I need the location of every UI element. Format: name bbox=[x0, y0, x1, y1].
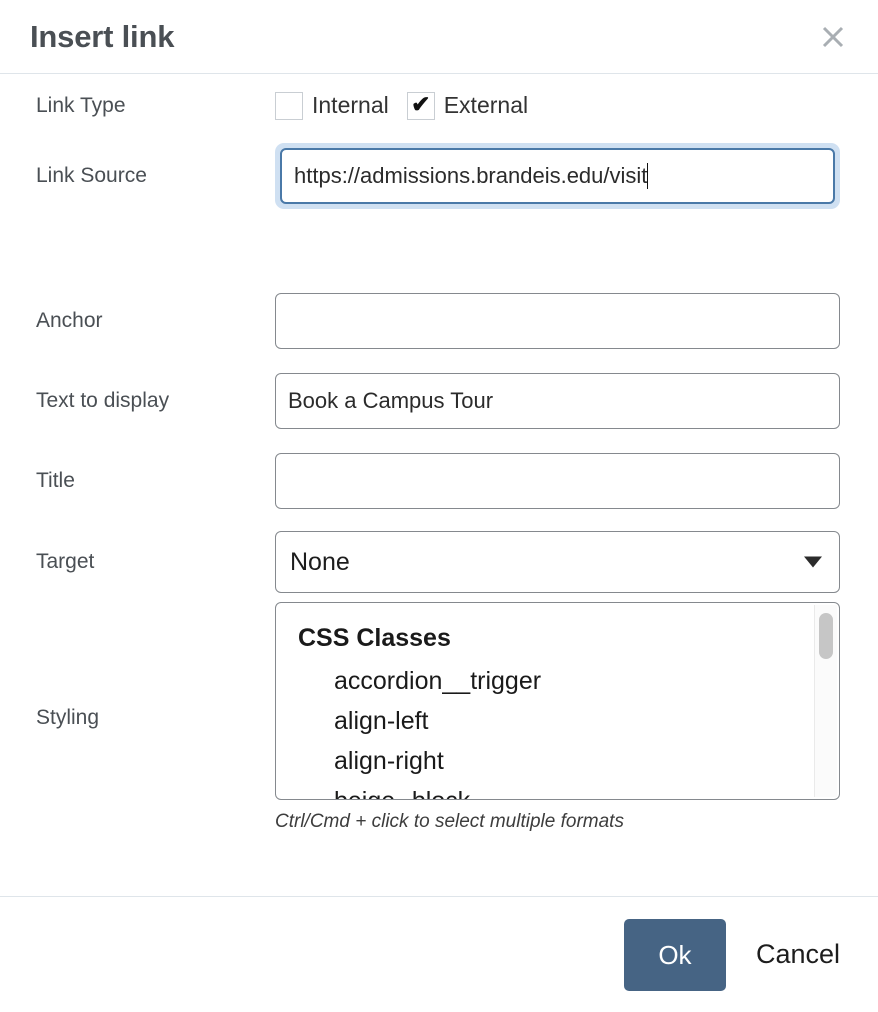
checkbox-external-box[interactable]: ✔ bbox=[406, 91, 435, 120]
form-row-link-type: Link Type ✔ Internal ✔ External bbox=[36, 74, 840, 137]
checkbox-external-label: External bbox=[443, 92, 529, 118]
text-caret bbox=[647, 163, 649, 189]
styling-control: CSS Classes accordion__trigger align-lef… bbox=[275, 601, 840, 835]
close-button[interactable] bbox=[816, 20, 850, 54]
css-classes-group-label: CSS Classes bbox=[298, 623, 451, 652]
text-to-display-input[interactable] bbox=[275, 373, 840, 429]
form-row-link-source: Link Source https://admissions.brandeis.… bbox=[36, 137, 840, 215]
list-item[interactable]: accordion__trigger bbox=[276, 661, 839, 701]
listbox-scroll-thumb[interactable] bbox=[819, 612, 833, 659]
form-row-anchor: Anchor bbox=[36, 281, 840, 361]
link-source-focus-ring: https://admissions.brandeis.edu/visit bbox=[275, 143, 840, 209]
css-classes-listbox[interactable]: CSS Classes accordion__trigger align-lef… bbox=[275, 601, 840, 800]
insert-link-dialog: Insert link Link Type ✔ Internal bbox=[0, 0, 878, 1012]
target-select[interactable]: None bbox=[275, 531, 840, 593]
title-input[interactable] bbox=[275, 453, 840, 509]
form-row-title: Title bbox=[36, 441, 840, 521]
label-styling: Styling bbox=[36, 706, 100, 730]
label-link-type: Link Type bbox=[36, 93, 126, 117]
target-selected-value: None bbox=[290, 547, 350, 576]
list-item[interactable]: align-right bbox=[276, 741, 839, 781]
dialog-header: Insert link bbox=[0, 0, 878, 74]
list-item[interactable]: beige--block bbox=[276, 781, 839, 799]
title-control bbox=[275, 453, 840, 509]
listbox-scrollbar[interactable] bbox=[814, 604, 837, 797]
label-title: Title bbox=[36, 469, 75, 493]
label-target: Target bbox=[36, 550, 95, 574]
form-row-text-to-display: Text to display bbox=[36, 361, 840, 441]
dialog-body: Link Type ✔ Internal ✔ External bbox=[0, 74, 878, 896]
checkbox-internal-box[interactable]: ✔ bbox=[275, 91, 303, 120]
form-row-styling: Styling CSS Classes accordion__trigger a… bbox=[36, 601, 840, 835]
link-source-value: https://admissions.brandeis.edu/visit bbox=[294, 163, 648, 188]
anchor-control bbox=[275, 293, 840, 349]
dialog-footer: Ok Cancel bbox=[0, 896, 878, 1012]
link-type-checkbox-group: ✔ Internal ✔ External bbox=[275, 91, 840, 120]
label-link-source: Link Source bbox=[36, 164, 147, 188]
css-classes-list: CSS Classes accordion__trigger align-lef… bbox=[276, 603, 839, 799]
label-anchor: Anchor bbox=[36, 309, 103, 333]
checkbox-internal-label: Internal bbox=[312, 92, 389, 118]
link-type-control: ✔ Internal ✔ External bbox=[275, 91, 840, 120]
styling-help-text: Ctrl/Cmd + click to select multiple form… bbox=[275, 810, 624, 832]
target-select-wrap: None bbox=[275, 531, 840, 593]
target-control: None bbox=[275, 531, 840, 593]
checkbox-internal[interactable]: ✔ Internal bbox=[275, 91, 389, 120]
form-row-target: Target None bbox=[36, 521, 840, 603]
cancel-button[interactable]: Cancel bbox=[726, 941, 840, 968]
form-spacer bbox=[36, 215, 840, 281]
close-icon bbox=[820, 24, 846, 50]
link-source-input[interactable]: https://admissions.brandeis.edu/visit bbox=[280, 148, 835, 204]
checkbox-external[interactable]: ✔ External bbox=[406, 91, 529, 120]
anchor-input[interactable] bbox=[275, 293, 840, 349]
link-source-control: https://admissions.brandeis.edu/visit bbox=[275, 143, 840, 209]
checkmark-icon: ✔ bbox=[411, 91, 431, 117]
text-to-display-control bbox=[275, 373, 840, 429]
ok-button[interactable]: Ok bbox=[623, 918, 726, 991]
page-title: Insert link bbox=[30, 19, 175, 54]
label-text-to-display: Text to display bbox=[36, 389, 170, 413]
list-item[interactable]: align-left bbox=[276, 701, 839, 741]
